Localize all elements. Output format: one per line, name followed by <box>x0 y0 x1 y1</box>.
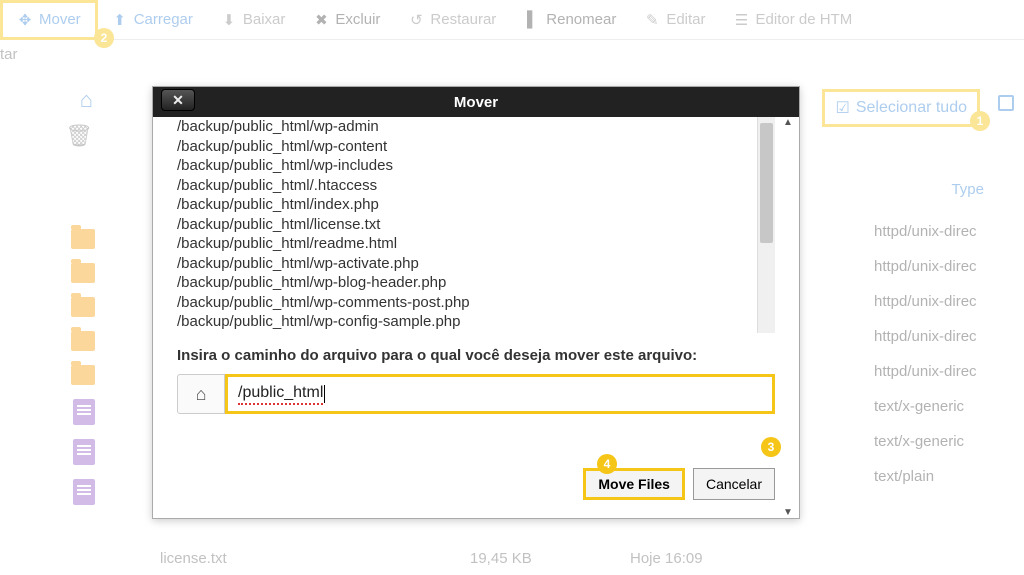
folder-list <box>0 229 105 505</box>
left-icons: ⌂ 🗑 <box>0 87 105 149</box>
scrollbar-thumb[interactable] <box>760 123 773 243</box>
file-list-item: /backup/public_html/license.txt <box>177 215 757 235</box>
file-list-item: /backup/public_html/readme.html <box>177 234 757 254</box>
restaurar-label: Restaurar <box>430 11 496 28</box>
select-all-label: Selecionar tudo <box>856 99 967 117</box>
baixar-button[interactable]: ⬇ Baixar <box>207 0 300 40</box>
rename-icon: ▌ <box>524 11 540 28</box>
type-cell: httpd/unix-direc <box>874 223 1024 240</box>
type-cell: httpd/unix-direc <box>874 328 1024 345</box>
file-size: 19,45 KB <box>470 550 630 567</box>
folder-icon[interactable] <box>71 365 95 385</box>
left-column: ⌂ 🗑 <box>0 73 105 575</box>
checkbox-checked-icon: ☑ <box>835 98 849 118</box>
carregar-label: Carregar <box>134 11 193 28</box>
type-cell: text/x-generic <box>874 398 1024 415</box>
file-date: Hoje 16:09 <box>630 550 810 567</box>
file-list-item: /backup/public_html/wp-includes <box>177 156 757 176</box>
badge-4: 4 <box>597 454 617 474</box>
html-editor-icon: ☰ <box>734 11 750 29</box>
modal-title-text: Mover <box>454 94 498 111</box>
editar-button[interactable]: ✎ Editar <box>630 0 719 40</box>
file-listbox: /backup/public_html/wp-admin/backup/publ… <box>177 117 775 333</box>
upload-icon: ⬆ <box>112 11 128 29</box>
file-list-item: /backup/public_html/wp-blog-header.php <box>177 273 757 293</box>
mover-label: Mover <box>39 11 81 28</box>
subbar-text: tar <box>0 40 1024 73</box>
outer-scrollbar[interactable]: ▲ ▼ <box>779 117 797 518</box>
mover-modal: ✕ Mover /backup/public_html/wp-admin/bac… <box>152 86 800 519</box>
type-cell: text/x-generic <box>874 433 1024 450</box>
restore-icon: ↺ <box>408 11 424 29</box>
renomear-button[interactable]: ▌ Renomear <box>510 0 630 40</box>
type-header[interactable]: Type <box>951 181 984 198</box>
edit-icon: ✎ <box>644 11 660 29</box>
type-list: httpd/unix-direc httpd/unix-direc httpd/… <box>874 223 1024 485</box>
file-list-item: /backup/public_html/wp-admin <box>177 117 757 137</box>
type-cell: httpd/unix-direc <box>874 258 1024 275</box>
path-input[interactable]: /public_html <box>225 374 775 414</box>
button-row: 4 Move Files Cancelar <box>177 468 775 500</box>
badge-1: 1 <box>970 111 990 131</box>
folder-icon[interactable] <box>71 331 95 351</box>
folder-icon[interactable] <box>71 229 95 249</box>
restaurar-button[interactable]: ↺ Restaurar <box>394 0 510 40</box>
file-list-item: /backup/public_html/wp-comments-post.php <box>177 293 757 313</box>
modal-body: /backup/public_html/wp-admin/backup/publ… <box>153 117 799 518</box>
file-name: license.txt <box>160 550 470 567</box>
modal-close-button[interactable]: ✕ <box>161 89 195 111</box>
file-list-item: /backup/public_html/wp-activate.php <box>177 254 757 274</box>
type-cell: httpd/unix-direc <box>874 363 1024 380</box>
file-list-item: /backup/public_html/wp-content <box>177 137 757 157</box>
file-list-item: /backup/public_html/.htaccess <box>177 176 757 196</box>
scroll-up-icon[interactable]: ▲ <box>779 117 797 128</box>
path-home-button[interactable]: ⌂ <box>177 374 225 414</box>
path-value: /public_html <box>238 384 323 405</box>
modal-prompt: Insira o caminho do arquivo para o qual … <box>177 347 775 364</box>
folder-icon[interactable] <box>71 297 95 317</box>
close-icon: ✕ <box>172 92 184 109</box>
file-list-item: /backup/public_html/wp-config-sample.php <box>177 312 757 332</box>
text-cursor <box>324 385 325 403</box>
delete-icon: ✖ <box>313 11 329 29</box>
checkbox-empty[interactable] <box>998 95 1014 111</box>
toolbar: ✥ Mover ⬆ Carregar ⬇ Baixar ✖ Excluir ↺ … <box>0 0 1024 40</box>
select-all-button[interactable]: ☑ Selecionar tudo <box>822 89 980 127</box>
baixar-label: Baixar <box>243 11 286 28</box>
bottom-row: license.txt 19,45 KB Hoje 16:09 <box>160 550 1024 567</box>
home-icon[interactable]: ⌂ <box>80 87 93 113</box>
renomear-label: Renomear <box>546 11 616 28</box>
path-row: ⌂ /public_html <box>177 374 775 414</box>
cancel-button[interactable]: Cancelar <box>693 468 775 500</box>
editar-label: Editar <box>666 11 705 28</box>
file-list-item: /backup/public_html/wp-config.php <box>177 332 757 334</box>
doc-icon[interactable] <box>73 479 95 505</box>
modal-titlebar: ✕ Mover <box>153 87 799 117</box>
type-cell: text/plain <box>874 468 1024 485</box>
editor-html-button[interactable]: ☰ Editor de HTM <box>720 0 867 40</box>
type-cell: httpd/unix-direc <box>874 293 1024 310</box>
download-icon: ⬇ <box>221 11 237 29</box>
editor-html-label: Editor de HTM <box>756 11 853 28</box>
move-files-button[interactable]: Move Files <box>583 468 685 500</box>
mover-button[interactable]: ✥ Mover <box>0 0 98 40</box>
doc-icon[interactable] <box>73 399 95 425</box>
badge-3: 3 <box>761 437 781 457</box>
excluir-label: Excluir <box>335 11 380 28</box>
file-list-inner: /backup/public_html/wp-admin/backup/publ… <box>177 117 757 333</box>
trash-icon[interactable]: 🗑 <box>65 123 93 149</box>
scroll-down-icon[interactable]: ▼ <box>779 507 797 518</box>
scrollbar-track[interactable] <box>757 117 775 333</box>
move-icon: ✥ <box>17 11 33 29</box>
excluir-button[interactable]: ✖ Excluir <box>299 0 394 40</box>
badge-2: 2 <box>94 28 114 48</box>
carregar-button[interactable]: ⬆ Carregar <box>98 0 207 40</box>
folder-icon[interactable] <box>71 263 95 283</box>
doc-icon[interactable] <box>73 439 95 465</box>
file-list-item: /backup/public_html/index.php <box>177 195 757 215</box>
home-icon: ⌂ <box>196 384 207 405</box>
